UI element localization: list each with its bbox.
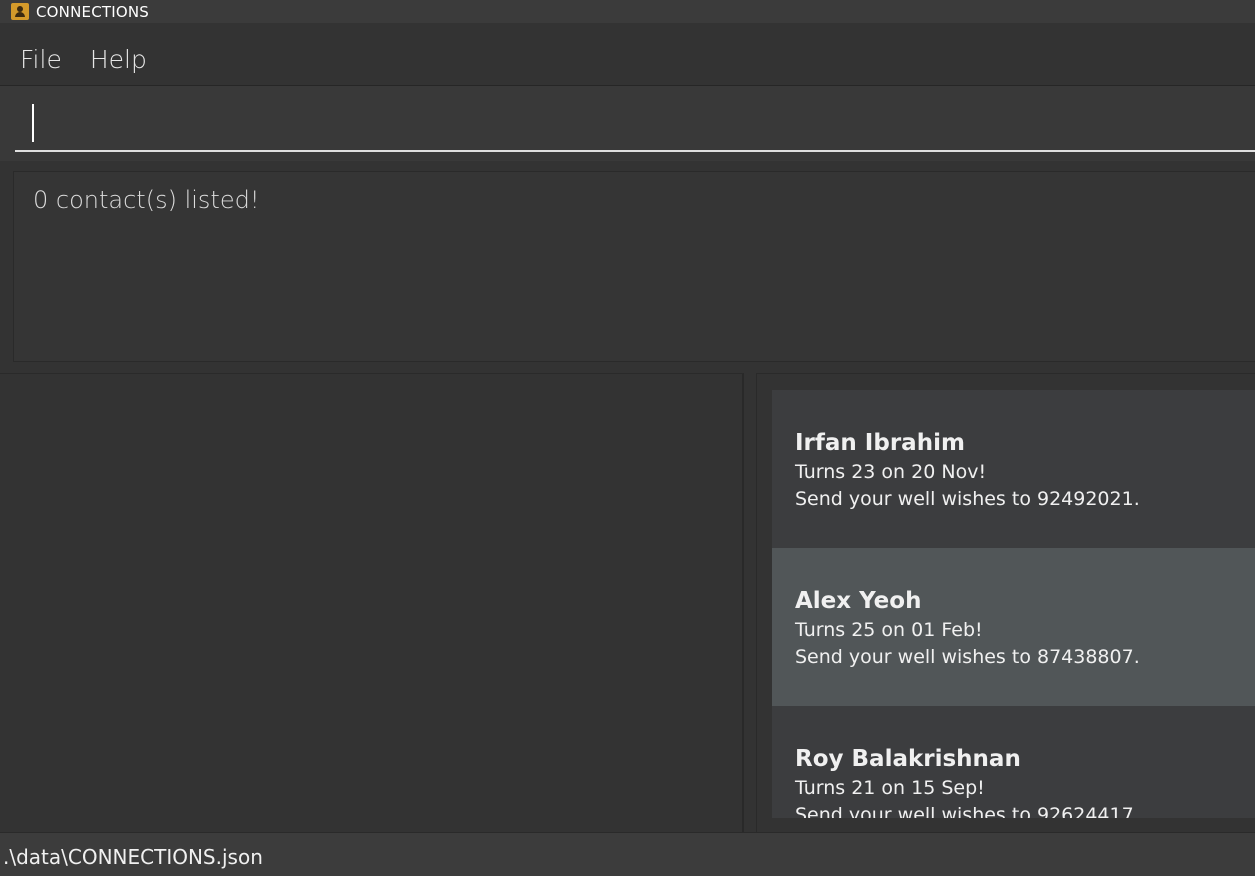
- contact-name: Roy Balakrishnan: [795, 746, 1021, 772]
- birthday-info: Turns 21 on 15 Sep!: [795, 777, 985, 799]
- wish-info: Send your well wishes to 87438807.: [795, 646, 1140, 668]
- window-title: CONNECTIONS: [36, 2, 150, 21]
- menu-bar: File Help: [0, 33, 1255, 86]
- birthday-card[interactable]: Roy Balakrishnan Turns 21 on 15 Sep! Sen…: [772, 706, 1255, 818]
- birthday-info: Turns 23 on 20 Nov!: [795, 461, 987, 483]
- contact-name: Irfan Ibrahim: [795, 430, 965, 456]
- birthday-card[interactable]: Irfan Ibrahim Turns 23 on 20 Nov! Send y…: [772, 390, 1255, 548]
- status-bar: .\data\CONNECTIONS.json: [0, 832, 1255, 876]
- birthday-info: Turns 25 on 01 Feb!: [795, 619, 983, 641]
- wish-info: Send your well wishes to 92492021.: [795, 488, 1140, 510]
- birthday-panel: Irfan Ibrahim Turns 23 on 20 Nov! Send y…: [756, 373, 1255, 832]
- birthday-card-selected[interactable]: Alex Yeoh Turns 25 on 01 Feb! Send your …: [772, 548, 1255, 706]
- birthday-list[interactable]: Irfan Ibrahim Turns 23 on 20 Nov! Send y…: [772, 390, 1255, 818]
- wish-info: Send your well wishes to 92624417.: [795, 804, 1140, 818]
- command-input[interactable]: [15, 86, 1255, 152]
- save-location: .\data\CONNECTIONS.json: [3, 845, 263, 869]
- result-display: 0 contact(s) listed!: [13, 171, 1255, 362]
- contact-book-icon: [11, 3, 29, 20]
- menu-help[interactable]: Help: [90, 45, 147, 74]
- title-bar: CONNECTIONS: [0, 0, 1255, 23]
- text-caret: [32, 104, 34, 142]
- result-message: 0 contact(s) listed!: [33, 186, 260, 214]
- contact-list-panel: [0, 373, 744, 832]
- command-box: [0, 86, 1255, 161]
- contact-name: Alex Yeoh: [795, 588, 922, 614]
- menu-file[interactable]: File: [20, 45, 62, 74]
